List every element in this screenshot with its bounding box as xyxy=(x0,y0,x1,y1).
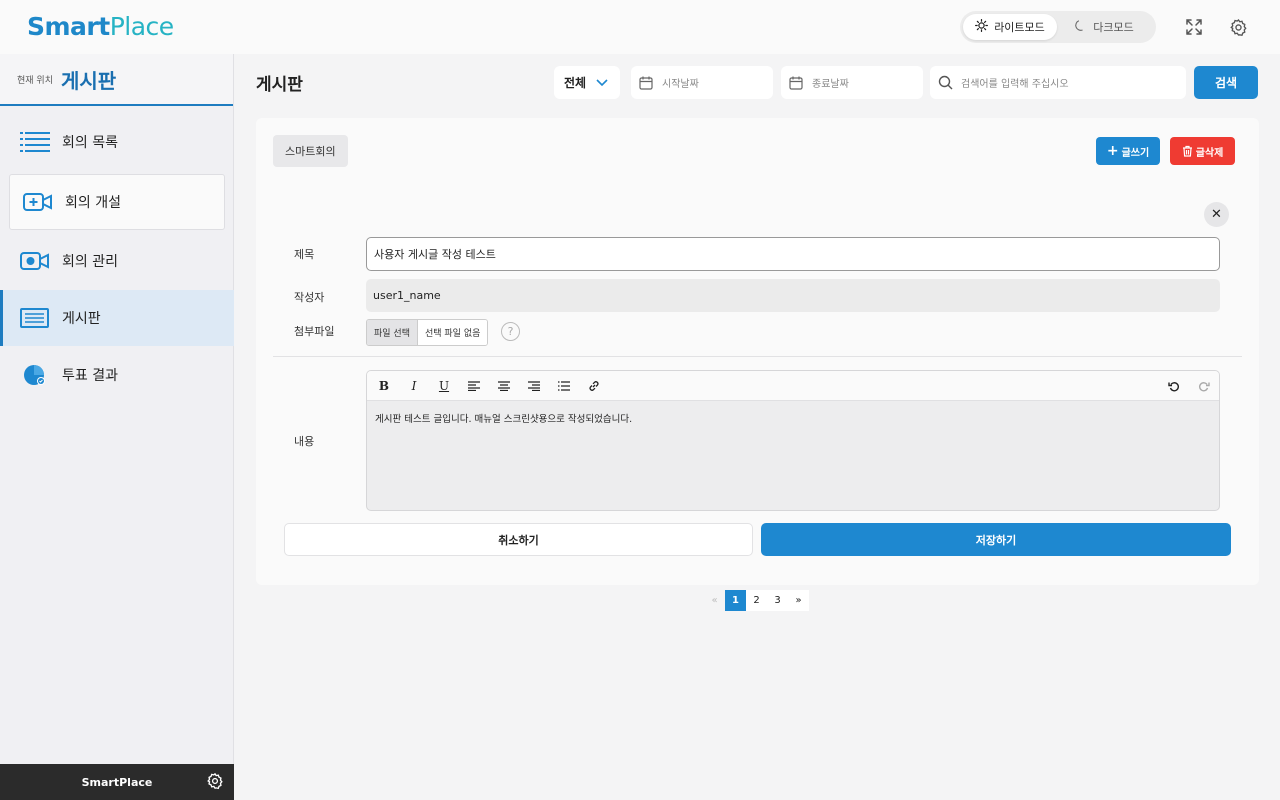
prev-page-button[interactable]: « xyxy=(704,590,725,611)
redo-icon[interactable] xyxy=(1189,371,1219,401)
attachment-label: 첨부파일 xyxy=(294,325,335,338)
sidebar-item-label: 게시판 xyxy=(62,311,101,327)
video-settings-icon xyxy=(20,249,50,273)
light-mode-label: 라이트모드 xyxy=(994,21,1045,34)
category-tag: 스마트회의 xyxy=(273,135,348,167)
calendar-icon xyxy=(639,76,653,90)
page-button-2[interactable]: 2 xyxy=(746,590,767,611)
dark-mode-label: 다크모드 xyxy=(1093,21,1134,34)
start-date-field[interactable]: 시작날짜 xyxy=(631,66,773,99)
page-button-1[interactable]: 1 xyxy=(725,590,746,611)
bullet-list-icon[interactable] xyxy=(549,371,579,401)
end-date-field[interactable]: 종료날짜 xyxy=(781,66,923,99)
sidebar-item-meeting-create[interactable]: 회의 개설 xyxy=(9,174,225,230)
sidebar-item-label: 투표 결과 xyxy=(62,368,118,384)
write-button[interactable]: + 글쓰기 xyxy=(1096,137,1160,165)
write-button-label: 글쓰기 xyxy=(1121,147,1150,159)
search-placeholder: 검색어를 입력해 주십시오 xyxy=(961,79,1069,90)
end-date-placeholder: 종료날짜 xyxy=(812,79,849,90)
search-button[interactable]: 검색 xyxy=(1194,66,1258,99)
trash-icon xyxy=(1182,145,1193,157)
bold-button[interactable]: B xyxy=(369,371,399,401)
editor-toolbar: B I U xyxy=(367,371,1219,401)
title-label: 제목 xyxy=(294,248,315,261)
sidebar-item-meeting-manage[interactable]: 회의 관리 xyxy=(0,233,234,289)
search-icon xyxy=(938,75,953,90)
align-center-icon[interactable] xyxy=(489,371,519,401)
plus-icon: + xyxy=(1106,143,1119,159)
current-location: 현재 위치 게시판 xyxy=(0,54,233,106)
theme-toggle: 라이트모드 다크모드 xyxy=(960,11,1156,43)
sidebar-item-label: 회의 관리 xyxy=(62,254,118,270)
logo-smart: Smart xyxy=(27,12,110,41)
pagination: « 1 2 3 » xyxy=(704,590,809,611)
chevron-down-icon xyxy=(596,76,608,90)
dark-mode-button[interactable]: 다크모드 xyxy=(1057,14,1151,40)
divider xyxy=(273,356,1242,357)
help-icon[interactable]: ? xyxy=(501,322,520,341)
current-location-value: 게시판 xyxy=(60,68,117,93)
current-location-label: 현재 위치 xyxy=(17,75,53,86)
app-logo[interactable]: SmartPlace xyxy=(27,12,174,41)
logo-place: Place xyxy=(109,12,174,41)
sidebar-footer: SmartPlace xyxy=(0,764,234,800)
footer-brand: SmartPlace xyxy=(81,775,153,789)
link-icon[interactable] xyxy=(579,371,609,401)
author-label: 작성자 xyxy=(294,291,325,304)
align-left-icon[interactable] xyxy=(459,371,489,401)
save-button[interactable]: 저장하기 xyxy=(761,523,1231,556)
underline-button[interactable]: U xyxy=(429,371,459,401)
video-add-icon xyxy=(23,190,53,214)
top-header: SmartPlace 라이트모드 다크모드 xyxy=(0,0,1280,54)
delete-button-label: 글삭제 xyxy=(1195,147,1224,159)
next-page-button[interactable]: » xyxy=(788,590,809,611)
italic-button[interactable]: I xyxy=(399,371,429,401)
close-icon[interactable]: ✕ xyxy=(1204,202,1229,227)
sidebar-item-label: 회의 목록 xyxy=(62,135,118,151)
author-field: user1_name xyxy=(366,279,1220,312)
history-controls xyxy=(1159,371,1219,401)
delete-button[interactable]: 글삭제 xyxy=(1170,137,1235,165)
list-icon xyxy=(20,130,50,154)
rich-text-editor: B I U 게시판 테스트 글입니다. 매뉴얼 스크린샷용으로 작성되었습니다. xyxy=(366,370,1220,511)
gear-icon[interactable] xyxy=(206,772,224,793)
sidebar: 현재 위치 게시판 회의 목록 회의 개설 회의 관리 게시판 투표 결과 Sm… xyxy=(0,54,234,800)
undo-icon[interactable] xyxy=(1159,371,1189,401)
light-mode-button[interactable]: 라이트모드 xyxy=(963,14,1057,40)
sidebar-item-vote-result[interactable]: 투표 결과 xyxy=(0,347,234,403)
pie-chart-icon xyxy=(20,363,50,387)
search-input[interactable]: 검색어를 입력해 주십시오 xyxy=(930,66,1186,99)
page-button-3[interactable]: 3 xyxy=(767,590,788,611)
calendar-icon xyxy=(789,76,803,90)
gear-icon[interactable] xyxy=(1227,16,1249,38)
moon-icon xyxy=(1074,19,1087,35)
cancel-button[interactable]: 취소하기 xyxy=(284,523,753,556)
file-choose-button[interactable]: 파일 선택 xyxy=(367,320,418,345)
file-none-text: 선택 파일 없음 xyxy=(417,320,488,345)
content-label: 내용 xyxy=(294,435,315,448)
category-select[interactable]: 전체 xyxy=(554,66,620,99)
page-title: 게시판 xyxy=(256,75,303,95)
title-input[interactable]: 사용자 게시글 작성 테스트 xyxy=(366,237,1220,271)
fullscreen-icon[interactable] xyxy=(1183,16,1205,38)
editor-content[interactable]: 게시판 테스트 글입니다. 매뉴얼 스크린샷용으로 작성되었습니다. xyxy=(367,401,1219,435)
file-input[interactable]: 파일 선택 선택 파일 없음 xyxy=(366,319,489,346)
start-date-placeholder: 시작날짜 xyxy=(662,79,699,90)
post-editor-card: 스마트회의 + 글쓰기 글삭제 ✕ 제목 사용자 게시글 작성 테스트 작성자 … xyxy=(256,118,1259,585)
sidebar-item-board[interactable]: 게시판 xyxy=(0,290,234,346)
align-right-icon[interactable] xyxy=(519,371,549,401)
sidebar-item-label: 회의 개설 xyxy=(65,195,121,211)
board-icon xyxy=(20,306,50,330)
sun-icon xyxy=(975,19,989,35)
sidebar-item-meeting-list[interactable]: 회의 목록 xyxy=(0,114,234,170)
category-select-value: 전체 xyxy=(564,76,587,90)
